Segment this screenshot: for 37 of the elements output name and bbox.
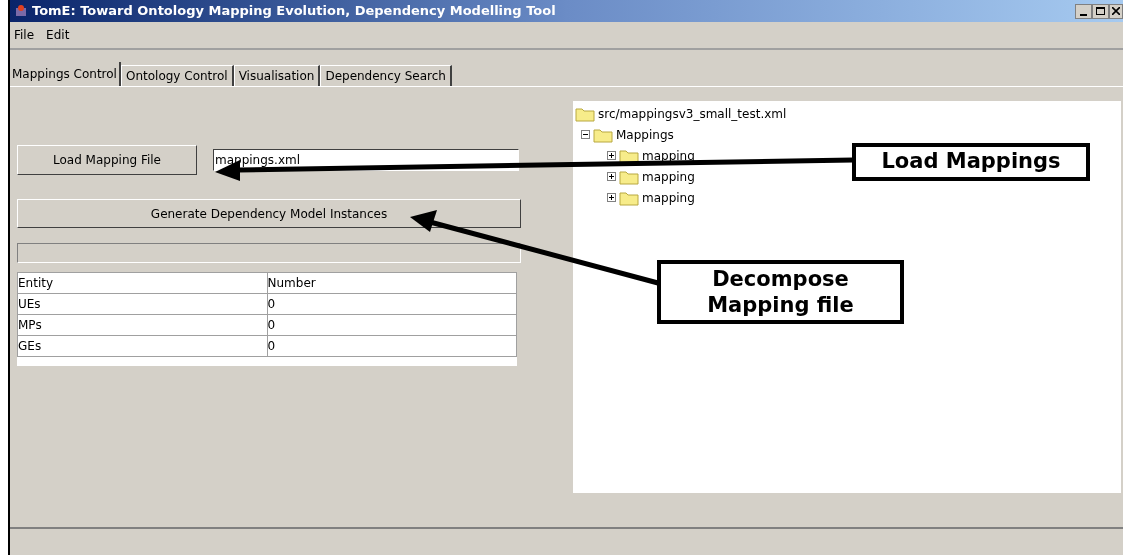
tree-item[interactable]: Mappings	[616, 125, 674, 144]
table-cell: MPs	[17, 314, 267, 336]
tree-item[interactable]: mapping	[642, 188, 695, 207]
close-icon	[1112, 7, 1120, 15]
folder-icon	[619, 168, 639, 185]
generate-button[interactable]: Generate Dependency Model Instances	[17, 199, 521, 228]
folder-icon	[619, 189, 639, 206]
table-cell: UEs	[17, 293, 267, 315]
tree-item[interactable]: src/mappingsv3_small_test.xml	[598, 104, 787, 123]
expand-toggle[interactable]	[607, 172, 616, 181]
table-cell: 0	[267, 293, 517, 315]
tab[interactable]: Visualisation	[233, 65, 321, 86]
maximize-button[interactable]	[1092, 3, 1109, 19]
tab[interactable]: Dependency Search	[320, 65, 452, 86]
column-header: Entity	[17, 272, 267, 294]
tab[interactable]: Ontology Control	[120, 65, 234, 86]
table-cell: GEs	[17, 335, 267, 357]
table-cell: 0	[267, 314, 517, 336]
app-icon	[14, 4, 28, 18]
close-button[interactable]	[1109, 3, 1123, 19]
minimize-button[interactable]	[1075, 3, 1092, 19]
menu-item[interactable]: File	[14, 26, 35, 44]
window-title: TomE: Toward Ontology Mapping Evolution, Dependency Modelling Tool	[32, 2, 556, 21]
callout-box: Load Mappings	[852, 143, 1090, 181]
menu-item[interactable]: Edit	[46, 26, 70, 44]
folder-icon	[619, 147, 639, 164]
tree-item[interactable]: mapping	[642, 167, 695, 186]
column-header: Number	[267, 272, 517, 294]
expand-toggle[interactable]	[607, 151, 616, 160]
collapse-toggle[interactable]	[581, 130, 590, 139]
load-mapping-file-button[interactable]: Load Mapping File	[17, 145, 197, 175]
table-cell: 0	[267, 335, 517, 357]
tab[interactable]: Mappings Control	[10, 62, 121, 86]
callout-box: Decompose Mapping file	[657, 260, 904, 324]
expand-toggle[interactable]	[607, 193, 616, 202]
folder-icon	[575, 105, 595, 122]
folder-icon	[593, 126, 613, 143]
